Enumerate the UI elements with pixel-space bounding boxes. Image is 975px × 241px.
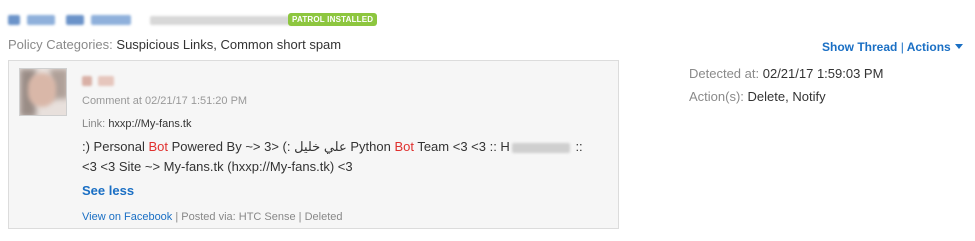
actions-label: Actions <box>906 40 951 54</box>
actions-taken-value: Delete, Notify <box>747 89 826 104</box>
actions-taken-label: Action(s): <box>689 89 744 104</box>
see-less-link[interactable]: See less <box>82 183 134 198</box>
redacted-name <box>511 142 570 153</box>
comment-footer: View on Facebook | Posted via: HTC Sense… <box>82 211 343 223</box>
bot-highlight: Bot <box>148 139 168 154</box>
separator: | <box>900 40 904 54</box>
msg-part1: :) Personal <box>82 139 149 154</box>
msg-part2: Powered By ~> 3> (: علي خليل Python <box>168 139 395 154</box>
bot-highlight: Bot <box>394 139 414 154</box>
actions-taken: Action(s): Delete, Notify <box>689 89 826 104</box>
policy-values: Suspicious Links, Common short spam <box>116 37 342 52</box>
footer-meta: | Posted via: HTC Sense | Deleted <box>172 211 343 223</box>
avatar <box>19 68 67 116</box>
comment-link: Link: hxxp://My-fans.tk <box>82 118 191 130</box>
comment-author-blurred <box>82 73 115 91</box>
actions-dropdown[interactable]: Actions <box>907 40 963 54</box>
detected-value: 02/21/17 1:59:03 PM <box>762 66 884 81</box>
msg-part3: Team <3 <3 :: H <box>413 139 510 154</box>
comment-message: :) Personal Bot Powered By ~> 3> (: علي … <box>82 137 602 177</box>
caret-down-icon <box>954 44 963 50</box>
detected-at: Detected at: 02/21/17 1:59:03 PM <box>689 66 883 81</box>
comment-timestamp: Comment at 02/21/17 1:51:20 PM <box>82 95 248 107</box>
thread-controls: Show Thread | Actions <box>822 40 963 54</box>
account-name-blurred <box>8 12 300 28</box>
msg-line2: <3 <3 Site ~> My-fans.tk (hxxp://My-fans… <box>82 159 353 174</box>
policy-label: Policy Categories: <box>8 37 113 52</box>
show-thread-link[interactable]: Show Thread <box>822 40 897 54</box>
detected-label: Detected at: <box>689 66 760 81</box>
msg-part4: :: <box>571 139 583 154</box>
link-value: hxxp://My-fans.tk <box>108 118 192 130</box>
patrol-installed-badge: PATROL INSTALLED <box>288 13 378 26</box>
policy-categories: Policy Categories: Suspicious Links, Com… <box>8 37 341 52</box>
link-label: Link: <box>82 118 106 130</box>
view-on-facebook-link[interactable]: View on Facebook <box>82 211 172 223</box>
